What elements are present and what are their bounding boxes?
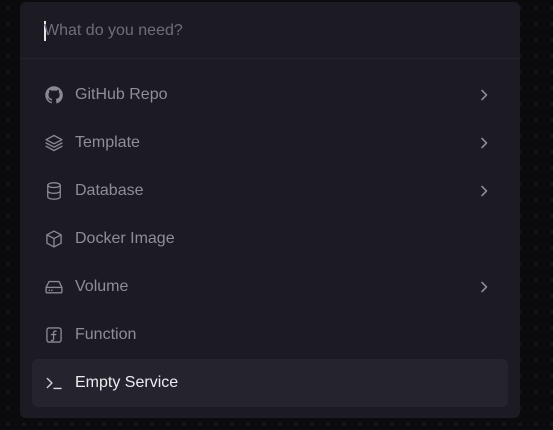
layers-icon <box>44 133 64 153</box>
command-palette: GitHub Repo Template Database <box>20 2 520 418</box>
menu-item-database[interactable]: Database <box>32 167 508 215</box>
menu-item-label: Database <box>75 182 144 199</box>
menu-item-function[interactable]: Function <box>32 311 508 359</box>
chevron-right-icon <box>476 279 492 295</box>
menu-item-volume[interactable]: Volume <box>32 263 508 311</box>
search-input[interactable] <box>44 18 484 44</box>
box-icon <box>44 229 64 249</box>
hard-drive-icon <box>44 277 64 297</box>
menu-item-label: Function <box>75 326 137 343</box>
menu-item-template[interactable]: Template <box>32 119 508 167</box>
database-icon <box>44 181 64 201</box>
menu-item-label: Docker Image <box>75 230 175 247</box>
chevron-right-icon <box>476 87 492 103</box>
menu-item-label: GitHub Repo <box>75 86 168 103</box>
menu-item-github-repo[interactable]: GitHub Repo <box>32 71 508 119</box>
menu-item-label: Volume <box>75 278 129 295</box>
menu-item-label: Template <box>75 134 140 151</box>
terminal-icon <box>44 373 64 393</box>
search-row <box>20 2 520 59</box>
chevron-right-icon <box>476 135 492 151</box>
menu-item-label: Empty Service <box>75 374 179 391</box>
menu-item-docker-image[interactable]: Docker Image <box>32 215 508 263</box>
menu-item-empty-service[interactable]: Empty Service <box>32 359 508 407</box>
chevron-right-icon <box>476 183 492 199</box>
command-menu: GitHub Repo Template Database Docker Ima… <box>32 71 508 407</box>
github-icon <box>44 85 64 105</box>
function-icon <box>44 325 64 345</box>
